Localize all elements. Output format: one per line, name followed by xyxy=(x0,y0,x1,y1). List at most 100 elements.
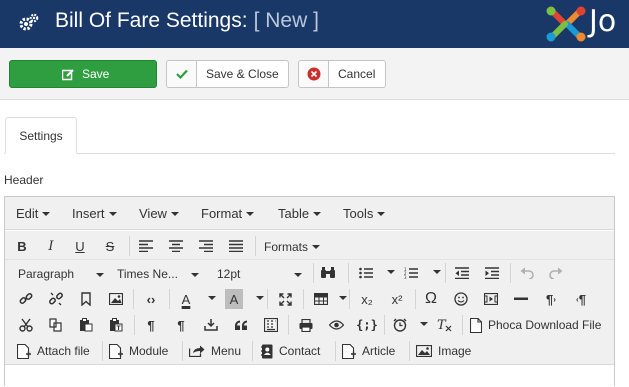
editor-toolbar-row-5: Attach file Module Menu Contact Article … xyxy=(5,338,614,364)
superscript-icon[interactable]: x² xyxy=(387,289,407,309)
redo-icon[interactable] xyxy=(547,263,565,283)
toolbar-divider xyxy=(182,341,183,361)
phoca-download-button[interactable]: Phoca Download File xyxy=(470,315,608,335)
caret-down-icon xyxy=(42,211,51,216)
clear-formatting-icon[interactable]: T xyxy=(435,315,453,335)
caret-down-icon xyxy=(191,273,199,277)
show-blocks-icon[interactable]: ¶ xyxy=(142,315,160,335)
header-field-label: Header xyxy=(4,173,44,187)
align-justify-icon[interactable] xyxy=(227,236,245,256)
file-plus-icon xyxy=(17,343,31,359)
align-right-icon[interactable] xyxy=(197,236,215,256)
menu-edit[interactable]: Edit xyxy=(16,206,51,221)
align-left-icon[interactable] xyxy=(137,236,155,256)
code-icon[interactable]: ‹› xyxy=(142,289,160,309)
menu-table[interactable]: Table xyxy=(278,206,322,221)
emoticon-icon[interactable] xyxy=(452,289,470,309)
caret-down-icon xyxy=(294,273,302,277)
background-color-icon[interactable]: A xyxy=(225,289,243,309)
unlink-icon[interactable] xyxy=(47,289,65,309)
font-size-select[interactable]: 12pt xyxy=(217,267,240,281)
bullet-list-icon[interactable] xyxy=(357,263,375,283)
image-button[interactable]: Image xyxy=(416,341,478,361)
template-icon[interactable] xyxy=(262,315,280,335)
binoculars-icon[interactable] xyxy=(319,263,337,283)
edit-icon xyxy=(61,69,75,84)
logo-text: Jo xyxy=(589,4,617,39)
editor-toolbar-row-1: B I U S Formats xyxy=(5,231,614,260)
caret-down-icon[interactable] xyxy=(339,296,347,300)
numbered-list-icon[interactable]: 123 xyxy=(402,263,420,283)
bookmark-icon[interactable] xyxy=(77,289,95,309)
horizontal-rule-icon[interactable] xyxy=(512,289,530,309)
address-book-icon xyxy=(261,344,273,358)
cancel-label: Cancel xyxy=(338,67,376,81)
media-icon[interactable] xyxy=(482,289,500,309)
menu-format[interactable]: Format xyxy=(201,206,255,221)
ltr-icon[interactable]: ¶ › xyxy=(542,289,560,309)
omega-icon[interactable]: Ω xyxy=(422,289,440,309)
toolbar-divider xyxy=(134,315,135,335)
bold-button[interactable]: B xyxy=(14,236,30,256)
cancel-button[interactable]: Cancel xyxy=(298,60,386,88)
copy-icon[interactable] xyxy=(47,315,65,335)
caret-down-icon[interactable] xyxy=(208,296,216,300)
blockquote-icon[interactable] xyxy=(232,315,250,335)
link-icon[interactable] xyxy=(17,289,35,309)
module-button[interactable]: Module xyxy=(109,341,179,361)
page-title-state: [ New ] xyxy=(253,9,319,32)
menu-view[interactable]: View xyxy=(139,206,179,221)
block-format-select[interactable]: Paragraph xyxy=(18,267,74,281)
paste-icon[interactable] xyxy=(77,315,95,335)
clock-icon[interactable] xyxy=(391,315,409,335)
caret-down-icon[interactable] xyxy=(420,322,428,326)
preview-icon[interactable] xyxy=(327,315,345,335)
picture-icon xyxy=(416,345,432,357)
menu-insert[interactable]: Insert xyxy=(72,206,117,221)
visual-chars-icon[interactable]: ¶ xyxy=(172,315,190,335)
align-center-icon[interactable] xyxy=(167,236,185,256)
caret-down-icon[interactable] xyxy=(433,270,441,274)
toolbar-divider xyxy=(462,315,463,335)
share-icon xyxy=(189,345,205,357)
outdent-icon[interactable] xyxy=(453,263,471,283)
cut-icon[interactable] xyxy=(17,315,35,335)
rtl-icon[interactable]: ‹ ¶ xyxy=(572,289,590,309)
strikethrough-button[interactable]: S xyxy=(102,236,118,256)
formats-dropdown[interactable]: Formats xyxy=(264,240,321,254)
save-close-button[interactable]: Save & Close xyxy=(166,60,289,88)
subscript-icon[interactable]: x₂ xyxy=(357,289,377,309)
table-icon[interactable] xyxy=(312,289,330,309)
print-icon[interactable] xyxy=(297,315,315,335)
caret-down-icon xyxy=(312,244,321,249)
underline-button[interactable]: U xyxy=(72,236,88,256)
indent-icon[interactable] xyxy=(483,263,501,283)
menu-button[interactable]: Menu xyxy=(189,341,249,361)
file-plus-icon xyxy=(109,343,123,359)
image-icon[interactable] xyxy=(107,289,125,309)
toolbar-divider xyxy=(510,263,511,283)
tab-settings[interactable]: Settings xyxy=(5,117,77,154)
toolbar-divider xyxy=(445,263,446,283)
paste-text-icon[interactable]: T xyxy=(107,315,125,335)
codesample-icon[interactable]: {;} xyxy=(355,315,379,335)
nonbreaking-icon[interactable] xyxy=(202,315,220,335)
save-button[interactable]: Save xyxy=(9,60,157,88)
article-button[interactable]: Article xyxy=(342,341,404,361)
toolbar-divider xyxy=(255,236,256,256)
font-color-icon[interactable]: A xyxy=(177,289,195,309)
attach-file-button[interactable]: Attach file xyxy=(17,341,99,361)
font-family-select[interactable]: Times Ne... xyxy=(117,267,178,281)
toolbar-divider xyxy=(409,341,410,361)
editor-content-area[interactable] xyxy=(5,364,614,387)
fullscreen-icon[interactable] xyxy=(276,289,294,309)
caret-down-icon[interactable] xyxy=(256,296,264,300)
action-toolbar: Save Save & Close Cancel xyxy=(0,48,629,100)
italic-button[interactable]: I xyxy=(43,236,59,256)
caret-down-icon[interactable] xyxy=(387,270,395,274)
contact-button[interactable]: Contact xyxy=(261,341,331,361)
file-icon xyxy=(470,317,482,333)
toolbar-divider xyxy=(133,289,134,309)
menu-tools[interactable]: Tools xyxy=(343,206,386,221)
undo-icon[interactable] xyxy=(518,263,536,283)
